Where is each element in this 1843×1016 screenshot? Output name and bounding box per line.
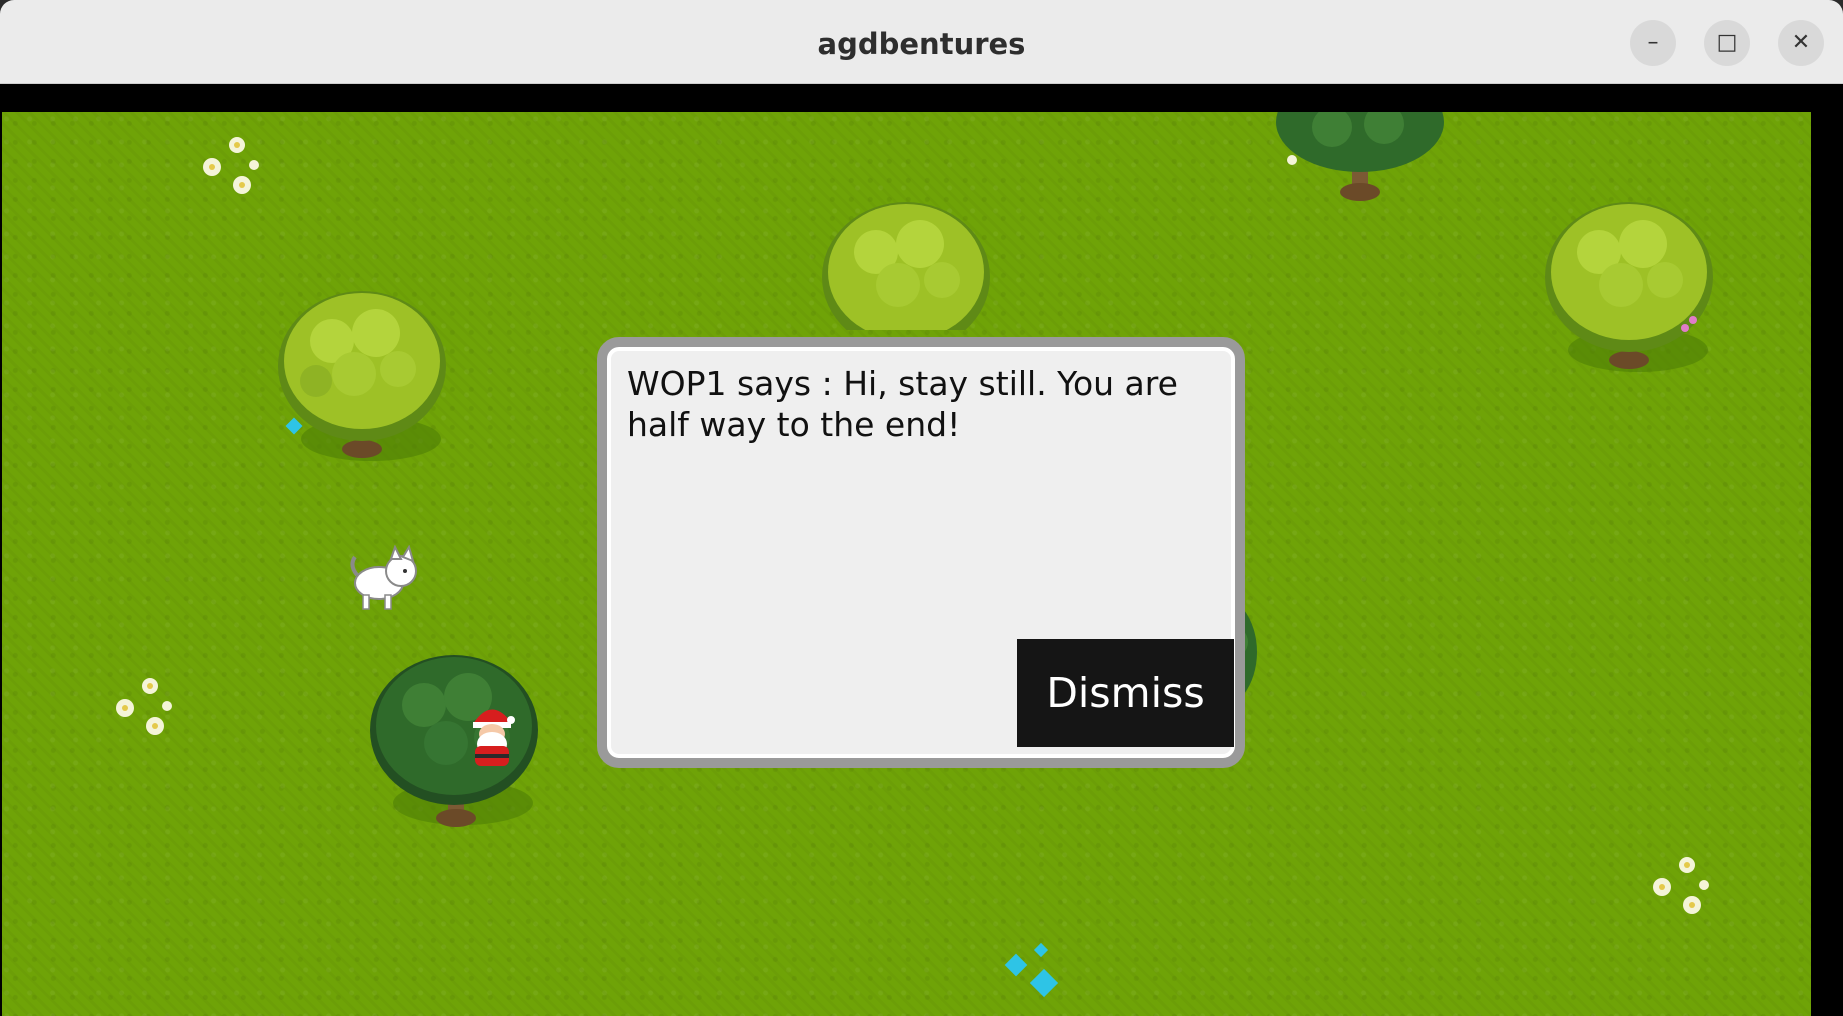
- white-flowers: [1653, 857, 1709, 914]
- blue-flowers: [1004, 942, 1059, 998]
- dialog-box: WOP1 says : Hi, stay still. You are half…: [597, 337, 1245, 768]
- top-letterbox: [0, 84, 1843, 112]
- tree: [1276, 112, 1444, 201]
- minimize-icon: –: [1647, 30, 1659, 55]
- close-icon: ✕: [1791, 30, 1811, 55]
- maximize-button[interactable]: □: [1704, 20, 1750, 66]
- dialog-message: WOP1 says : Hi, stay still. You are half…: [627, 364, 1178, 444]
- cat-sprite: [350, 545, 417, 610]
- window-title: agdbentures: [817, 27, 1026, 61]
- blue-flowers: [285, 417, 303, 435]
- white-flowers: [203, 137, 259, 194]
- tree: [822, 202, 990, 330]
- maximize-icon: □: [1716, 30, 1738, 55]
- right-letterbox: [1811, 84, 1843, 1016]
- game-window: agdbentures – □ ✕ WOP1 says: Hi, stay s…: [0, 0, 1843, 1016]
- title-bar: agdbentures – □ ✕: [0, 0, 1843, 84]
- minimize-button[interactable]: –: [1630, 20, 1676, 66]
- santa-sprite: [473, 709, 515, 766]
- dismiss-button[interactable]: Dismiss: [1017, 639, 1234, 747]
- close-button[interactable]: ✕: [1778, 20, 1824, 66]
- white-flowers: [116, 678, 172, 735]
- tree: [1545, 202, 1713, 372]
